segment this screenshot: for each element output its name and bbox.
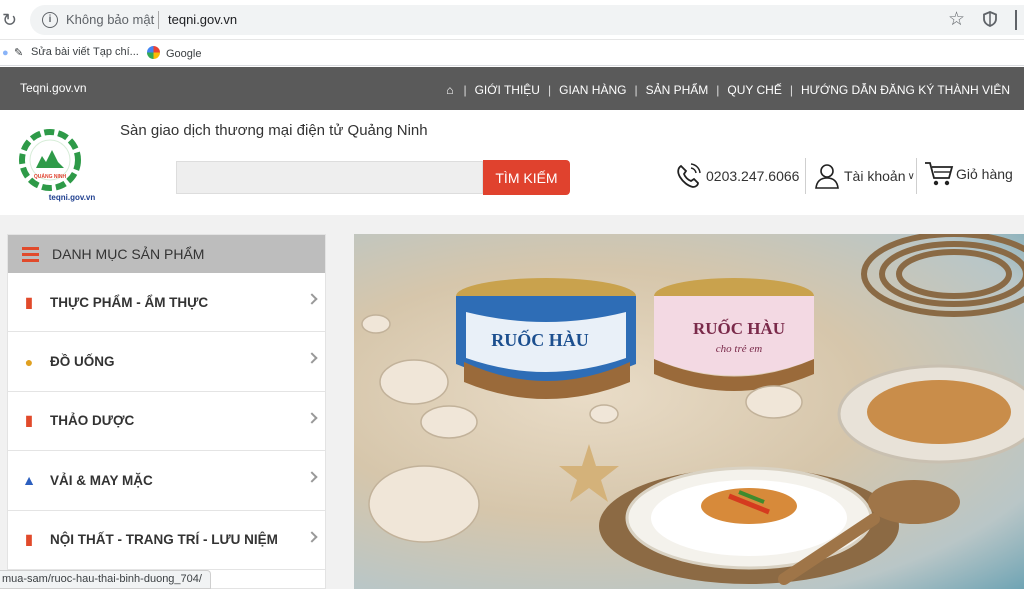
bookmark-google-label: Google bbox=[166, 48, 202, 60]
header-divider bbox=[805, 158, 806, 194]
url-separator bbox=[158, 11, 159, 29]
site-logo[interactable]: QUẢNG NINH teqni.gov.vn bbox=[14, 122, 114, 206]
main-content: DANH MỤC SẢN PHẨM ▮ THỰC PHẨM - ẨM THỰC … bbox=[0, 215, 1024, 589]
url-text[interactable]: teqni.gov.vn bbox=[168, 12, 237, 27]
bookmark-google[interactable]: Google bbox=[147, 46, 201, 60]
search-input[interactable] bbox=[176, 161, 483, 194]
phone-icon bbox=[677, 163, 701, 188]
user-icon bbox=[815, 164, 839, 189]
hotline[interactable]: 0203.247.6066 bbox=[674, 162, 799, 190]
svg-text:cho trẻ em: cho trẻ em bbox=[716, 343, 762, 355]
chevron-right-icon bbox=[306, 471, 318, 483]
nav-gian-hang[interactable]: GIAN HÀNG bbox=[559, 83, 626, 97]
bottle-icon: ▮ bbox=[25, 293, 33, 310]
bookmarks-bar: ● ✎ Sửa bài viết Tạp chí... Google bbox=[0, 40, 1024, 66]
cart-button[interactable]: Giỏ hàng bbox=[924, 160, 1013, 188]
site-top-bar: Teqni.gov.vn ⌂ | GIỚI THIỆU | GIAN HÀNG … bbox=[0, 67, 1024, 110]
category-item-vai-may-mac[interactable]: ▲ VẢI & MAY MẶC bbox=[8, 451, 325, 511]
chevron-down-icon: ∨ bbox=[907, 170, 915, 182]
category-title: DANH MỤC SẢN PHẨM bbox=[52, 246, 205, 262]
dish-icon: ● bbox=[24, 353, 34, 370]
cart-icon bbox=[925, 162, 954, 186]
shield-icon[interactable] bbox=[983, 11, 997, 32]
bookmark-star-icon[interactable]: ☆ bbox=[948, 8, 965, 31]
chevron-right-icon bbox=[306, 412, 318, 424]
cart-label: Giỏ hàng bbox=[956, 166, 1013, 182]
nav-separator: | bbox=[463, 83, 467, 97]
nav-quy-che[interactable]: QUY CHẾ bbox=[727, 83, 781, 97]
svg-text:QUẢNG NINH: QUẢNG NINH bbox=[34, 173, 67, 180]
chevron-right-icon bbox=[306, 530, 318, 543]
google-icon bbox=[147, 46, 160, 59]
banner-illustration: RUỐC HÀU RUỐC HÀU cho trẻ em bbox=[361, 234, 1024, 585]
chevron-right-icon bbox=[306, 293, 318, 305]
nav-gioi-thieu[interactable]: GIỚI THIỆU bbox=[475, 83, 540, 97]
category-label: NỘI THẤT - TRANG TRÍ - LƯU NIỆM bbox=[50, 532, 278, 548]
category-item-noi-that[interactable]: ▮ NỘI THẤT - TRANG TRÍ - LƯU NIỆM bbox=[8, 511, 325, 570]
nav-san-pham[interactable]: SẢN PHẨM bbox=[646, 83, 709, 97]
account-menu[interactable]: Tài khoản ∨ bbox=[814, 162, 915, 190]
category-label: ĐỒ UỐNG bbox=[50, 354, 115, 370]
jar-1: RUỐC HÀU bbox=[456, 278, 636, 399]
spoon bbox=[868, 480, 960, 524]
nav-huong-dan[interactable]: HƯỚNG DẪN ĐĂNG KÝ THÀNH VIÊN bbox=[801, 83, 1010, 97]
dress-icon: ▲ bbox=[22, 472, 36, 489]
site-tagline: Sàn giao dịch thương mại điện tử Quảng N… bbox=[120, 122, 428, 139]
category-item-do-uong[interactable]: ● ĐỒ UỐNG bbox=[8, 332, 325, 392]
url-box[interactable]: i Không bảo mật teqni.gov.vn ☆ bbox=[30, 5, 1024, 35]
site-header: QUẢNG NINH teqni.gov.vn Sàn giao dịch th… bbox=[0, 110, 1024, 215]
category-label: VẢI & MAY MẶC bbox=[50, 472, 153, 488]
account-label: Tài khoản bbox=[844, 168, 906, 184]
rope-coil bbox=[861, 234, 1024, 317]
insecure-label[interactable]: Không bảo mật bbox=[66, 12, 154, 27]
reload-icon[interactable]: ↻ bbox=[2, 10, 18, 31]
promo-banner[interactable]: RUỐC HÀU RUỐC HÀU cho trẻ em bbox=[354, 234, 1024, 589]
category-sidebar: DANH MỤC SẢN PHẨM ▮ THỰC PHẨM - ẨM THỰC … bbox=[7, 234, 326, 589]
nav-separator: | bbox=[716, 83, 720, 97]
nav-separator: | bbox=[547, 83, 552, 97]
top-navigation: ⌂ | GIỚI THIỆU | GIAN HÀNG | SẢN PHẨM | … bbox=[446, 83, 1010, 97]
nav-separator: | bbox=[789, 83, 793, 97]
category-item-thao-duoc[interactable]: ▮ THẢO DƯỢC bbox=[8, 392, 325, 452]
bookmark-tap-chi[interactable]: Tạp chí... bbox=[93, 46, 139, 58]
header-divider bbox=[916, 158, 917, 194]
svg-text:RUỐC HÀU: RUỐC HÀU bbox=[693, 318, 785, 338]
category-item-thuc-pham[interactable]: ▮ THỰC PHẨM - ẨM THỰC bbox=[8, 273, 325, 333]
bottle-icon: ▮ bbox=[25, 531, 33, 548]
menu-icon[interactable] bbox=[22, 246, 39, 262]
chevron-right-icon bbox=[306, 352, 318, 365]
logo-text: teqni.gov.vn bbox=[49, 193, 96, 202]
site-name[interactable]: Teqni.gov.vn bbox=[20, 81, 87, 95]
search-button[interactable]: TÌM KIẾM bbox=[483, 160, 570, 195]
svg-text:RUỐC HÀU: RUỐC HÀU bbox=[491, 329, 589, 350]
browser-status-bar: mua-sam/ruoc-hau-thai-binh-duong_704/ bbox=[0, 570, 211, 589]
browser-address-bar: ↻ i Không bảo mật teqni.gov.vn ☆ bbox=[0, 0, 1024, 40]
jar-2: RUỐC HÀU cho trẻ em bbox=[654, 278, 814, 391]
extension-icon[interactable] bbox=[1015, 10, 1024, 30]
bookmark-icon: ✎ bbox=[14, 47, 24, 59]
category-header: DANH MỤC SẢN PHẨM bbox=[8, 235, 325, 273]
nav-separator: | bbox=[634, 83, 638, 97]
page: ↻ i Không bảo mật teqni.gov.vn ☆ ● ✎ Sửa… bbox=[0, 0, 1024, 589]
bottle-icon: ▮ bbox=[25, 412, 33, 429]
info-icon[interactable]: i bbox=[42, 12, 58, 28]
phone-number: 0203.247.6066 bbox=[706, 168, 800, 184]
home-icon[interactable]: ⌂ bbox=[446, 83, 453, 97]
category-label: THỰC PHẨM - ẨM THỰC bbox=[50, 294, 209, 310]
apps-icon[interactable]: ● bbox=[2, 47, 9, 59]
category-label: THẢO DƯỢC bbox=[50, 413, 135, 429]
starfish bbox=[559, 444, 619, 502]
bookmark-sua-bai-viet[interactable]: Sửa bài viết bbox=[31, 46, 90, 58]
